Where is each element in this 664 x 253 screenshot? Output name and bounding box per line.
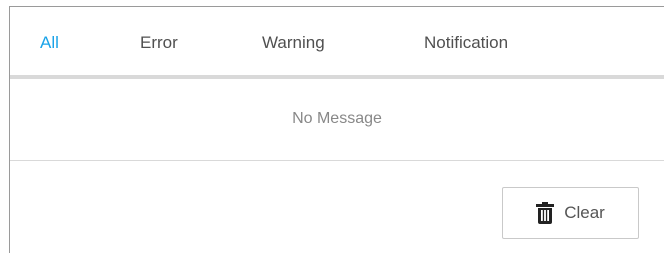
tab-warning[interactable]: Warning [262,31,325,55]
tab-error[interactable]: Error [140,31,178,55]
clear-button-label: Clear [564,203,605,222]
empty-message: No Message [292,110,382,127]
message-tabs: All Error Warning Notification [10,7,664,79]
message-list: No Message [10,79,664,161]
clear-button[interactable]: Clear [502,187,639,239]
message-panel: All Error Warning Notification No Messag… [9,6,664,253]
tab-all[interactable]: All [40,31,59,55]
trash-icon [536,202,555,224]
tab-notification[interactable]: Notification [424,31,508,55]
